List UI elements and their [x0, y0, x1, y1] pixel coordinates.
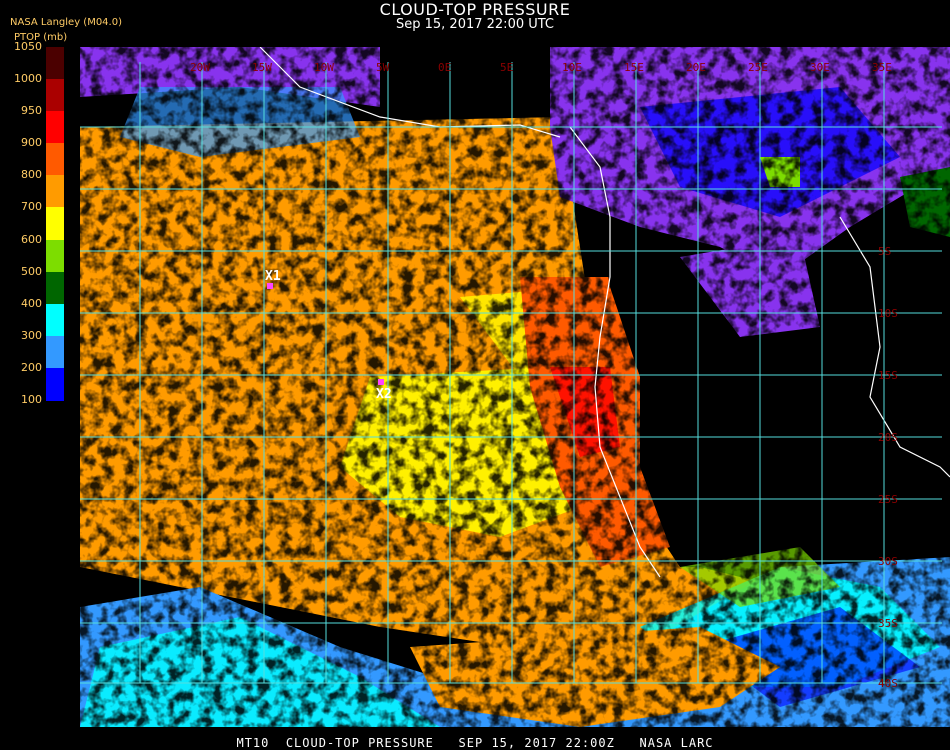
map-timestamp: Sep 15, 2017 22:00 UTC [395, 17, 555, 32]
legend-tick-label: 800 [21, 168, 42, 182]
longitude-label: 15E [624, 61, 644, 74]
data-source-label: NASA Langley (M04.0) [10, 17, 122, 28]
clear-sky-speckle [80, 47, 950, 727]
legend-tick-label: 1050 [14, 40, 42, 53]
latitude-label: 15S [878, 369, 898, 382]
legend-swatch [46, 79, 64, 113]
latitude-label: 30S [878, 555, 898, 568]
longitude-label: 10E [562, 61, 582, 74]
marker-x2: X2 [376, 379, 392, 402]
legend-swatch [46, 239, 64, 273]
legend-swatch [46, 207, 64, 241]
map-canvas: 20W 15W 10W 5W 0E 5E 10E 15E 20E 25E 30E 35E 5S 10S 1… [80, 47, 950, 727]
legend-swatch [46, 47, 64, 81]
latitude-label: 20S [878, 431, 898, 444]
legend-swatch [46, 143, 64, 177]
marker-x2-label: X2 [376, 387, 392, 402]
legend-swatch [46, 111, 64, 145]
legend-tick-label: 400 [21, 296, 42, 310]
legend-swatch [46, 175, 64, 209]
latitude-label: 35S [878, 617, 898, 630]
longitude-label: 5W [376, 61, 390, 74]
legend-swatch [46, 271, 64, 305]
legend-swatch [46, 303, 64, 337]
marker-x1: X1 [265, 269, 281, 289]
legend-swatch [46, 335, 64, 369]
legend-tick-label: 900 [21, 136, 42, 150]
marker-x2-dot [378, 379, 384, 385]
latitude-label: 25S [878, 493, 898, 506]
legend-tick-label: 500 [21, 264, 42, 278]
longitude-label: 10W [314, 61, 334, 74]
marker-x1-dot [267, 283, 273, 289]
latitude-label: 5S [878, 245, 891, 258]
footer-caption: MT10 CLOUD-TOP PRESSURE SEP 15, 2017 22:… [236, 736, 714, 750]
legend-tick-label: 300 [21, 328, 42, 342]
longitude-label: 25E [748, 61, 768, 74]
marker-x1-label: X1 [265, 269, 281, 284]
legend-tick-label: 1000 [14, 72, 42, 86]
longitude-label: 0E [438, 61, 451, 74]
legend-tick-label: 100 [21, 393, 42, 406]
longitude-label: 30E [810, 61, 830, 74]
cloud-top-pressure-map: 20W 15W 10W 5W 0E 5E 10E 15E 20E 25E 30E 35E 5S 10S 1… [80, 47, 950, 727]
longitude-label: 15W [252, 61, 272, 74]
legend-tick-label: 950 [21, 104, 42, 118]
longitude-label: 20E [686, 61, 706, 74]
legend-tick-label: 200 [21, 360, 42, 374]
legend-swatch [46, 367, 64, 401]
longitude-label: 20W [190, 61, 210, 74]
legend-tick-label: 600 [21, 232, 42, 246]
longitude-label: 35E [872, 61, 892, 74]
latitude-label: 40S [878, 677, 898, 690]
color-legend [46, 47, 64, 401]
latitude-label: 10S [878, 307, 898, 320]
longitude-label: 5E [500, 61, 513, 74]
legend-tick-label: 700 [21, 200, 42, 214]
